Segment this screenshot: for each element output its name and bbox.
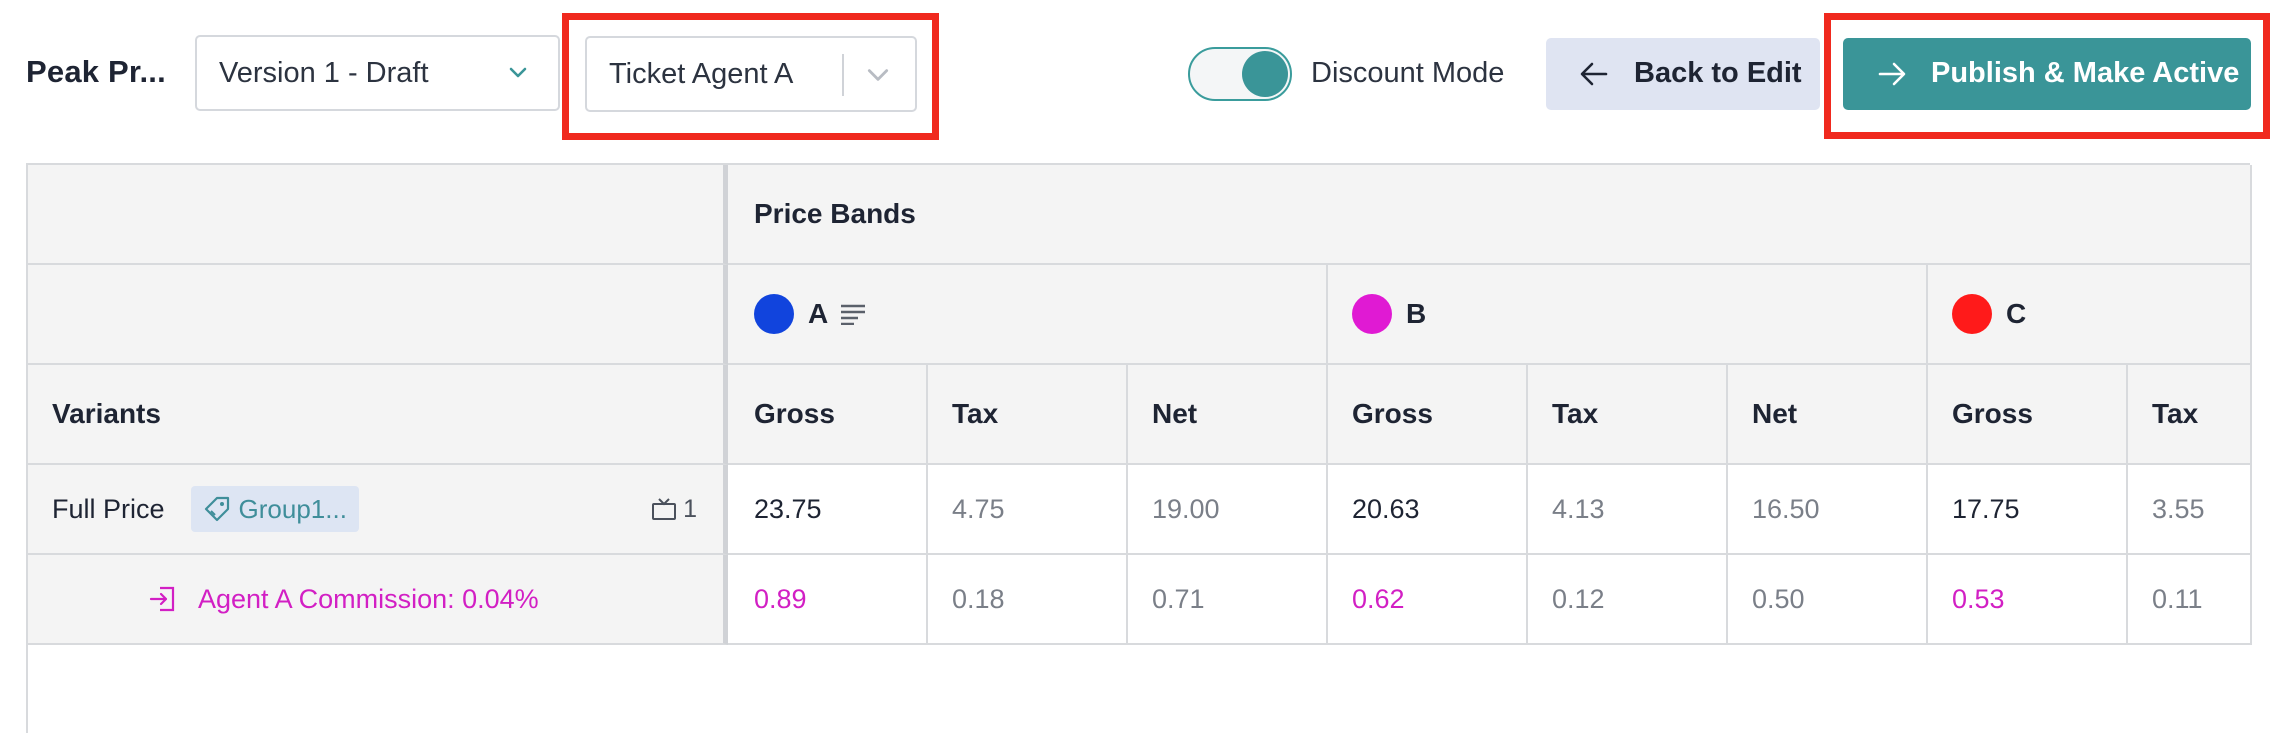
commission-label: Agent A Commission: 0.04% bbox=[148, 584, 539, 615]
variants-header: Variants bbox=[28, 365, 728, 465]
table-cell[interactable]: 4.13 bbox=[1528, 465, 1728, 555]
column-header: Gross bbox=[1928, 365, 2128, 465]
table-cell[interactable]: 0.71 bbox=[1128, 555, 1328, 645]
agent-select[interactable]: Ticket Agent A bbox=[585, 36, 917, 112]
table-cell[interactable]: 4.75 bbox=[928, 465, 1128, 555]
band-label: A bbox=[808, 298, 829, 329]
select-divider bbox=[842, 54, 844, 96]
group-tag[interactable]: Group1... bbox=[190, 486, 359, 532]
table-cell[interactable]: 0.50 bbox=[1728, 555, 1928, 645]
table-cell[interactable]: 0.62 bbox=[1328, 555, 1528, 645]
band-header-c: C bbox=[1928, 265, 2252, 365]
band-header-a: A bbox=[728, 265, 1328, 365]
sign-in-icon bbox=[149, 586, 175, 612]
chevron-down-icon bbox=[509, 67, 527, 78]
band-color-dot bbox=[1352, 294, 1392, 334]
table-row-commission[interactable]: Agent A Commission: 0.04% bbox=[28, 555, 728, 645]
version-select-value: Version 1 - Draft bbox=[219, 56, 429, 89]
agent-select-value: Ticket Agent A bbox=[609, 57, 794, 90]
column-header: Tax bbox=[928, 365, 1128, 465]
table-cell[interactable]: 0.53 bbox=[1928, 555, 2128, 645]
version-select[interactable]: Version 1 - Draft bbox=[195, 35, 560, 111]
publish-button-label: Publish & Make Active bbox=[1931, 57, 2240, 89]
arrow-right-icon bbox=[1878, 62, 1906, 86]
group-tag-label: Group1... bbox=[238, 493, 347, 524]
band-color-dot bbox=[1952, 294, 1992, 334]
table-cell[interactable]: 0.12 bbox=[1528, 555, 1728, 645]
discount-mode-label: Discount Mode bbox=[1311, 57, 1505, 89]
chevron-down-icon[interactable] bbox=[865, 62, 891, 88]
table-cell[interactable]: 0.89 bbox=[728, 555, 928, 645]
table-cell[interactable]: 23.75 bbox=[728, 465, 928, 555]
page-title: Peak Pr... bbox=[26, 54, 166, 89]
toolbar: Peak Pr... Version 1 - Draft Ticket Agen… bbox=[0, 0, 2280, 150]
column-header: Gross bbox=[1328, 365, 1528, 465]
toggle-knob bbox=[1242, 51, 1288, 97]
tag-icon bbox=[204, 496, 229, 522]
back-to-edit-label: Back to Edit bbox=[1634, 57, 1802, 89]
arrow-left-icon bbox=[1580, 62, 1608, 86]
column-header: Net bbox=[1128, 365, 1328, 465]
column-header: Tax bbox=[2128, 365, 2252, 465]
column-header: Tax bbox=[1528, 365, 1728, 465]
table-cell[interactable]: 3.55 bbox=[2128, 465, 2252, 555]
table-row-variant[interactable]: Full Price Group1... 1 bbox=[28, 465, 728, 555]
band-label: C bbox=[2006, 298, 2027, 329]
price-band-table: Price Bands A B C Variants Gross Tax Net… bbox=[26, 163, 2252, 733]
discount-mode-toggle[interactable] bbox=[1188, 47, 1292, 101]
back-to-edit-button[interactable]: Back to Edit bbox=[1546, 38, 1820, 110]
publish-button[interactable]: Publish & Make Active bbox=[1843, 38, 2251, 110]
corner-cell-2 bbox=[28, 265, 728, 365]
variant-name: Full Price bbox=[52, 493, 165, 524]
band-label: B bbox=[1406, 298, 1427, 329]
column-header: Net bbox=[1728, 365, 1928, 465]
tv-icon bbox=[652, 498, 677, 520]
table-cell[interactable]: 16.50 bbox=[1728, 465, 1928, 555]
band-header-b: B bbox=[1328, 265, 1928, 365]
channel-count: 1 bbox=[651, 495, 697, 524]
notes-lines-icon[interactable] bbox=[840, 303, 866, 325]
price-bands-header: Price Bands bbox=[728, 165, 2252, 265]
table-cell[interactable]: 20.63 bbox=[1328, 465, 1528, 555]
band-color-dot bbox=[754, 294, 794, 334]
table-cell[interactable]: 17.75 bbox=[1928, 465, 2128, 555]
table-cell[interactable]: 0.11 bbox=[2128, 555, 2252, 645]
table-cell[interactable]: 0.18 bbox=[928, 555, 1128, 645]
corner-cell bbox=[28, 165, 728, 265]
table-cell[interactable]: 19.00 bbox=[1128, 465, 1328, 555]
column-header: Gross bbox=[728, 365, 928, 465]
